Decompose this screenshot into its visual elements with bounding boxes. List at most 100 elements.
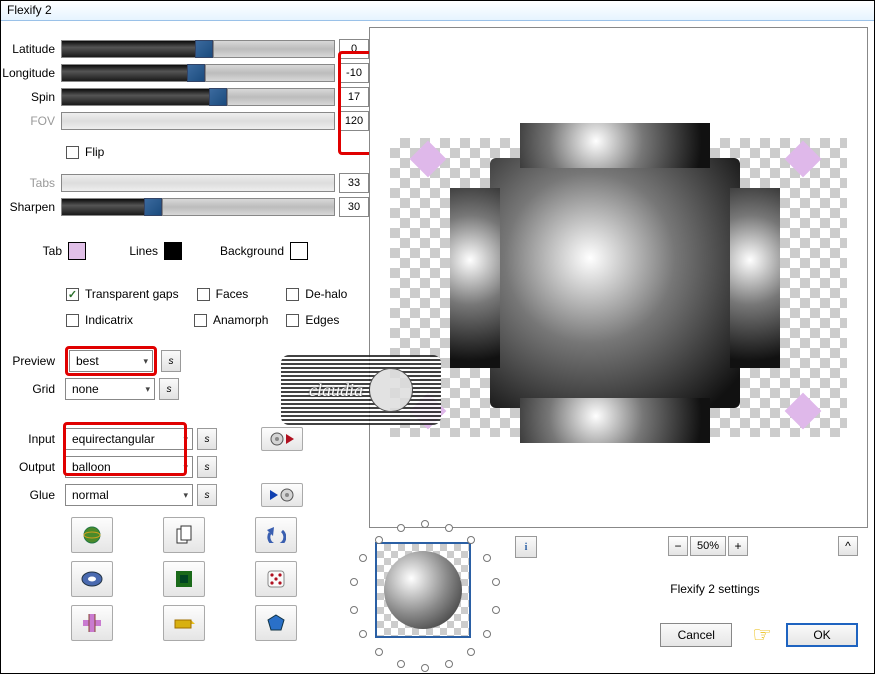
pointing-hand-icon: ☞ [752, 622, 772, 648]
glue-reset-button[interactable]: s [197, 484, 217, 506]
bottom-bar: i − 50% + ^ Flexify 2 settings Cancel [369, 528, 868, 673]
spin-label: Spin [1, 90, 61, 104]
ok-button[interactable]: OK [786, 623, 858, 647]
opt-anamorph[interactable]: Anamorph [194, 313, 268, 327]
highlight-preview: best▾ [65, 346, 157, 376]
main-preview[interactable] [369, 27, 868, 528]
output-select[interactable]: balloon▾ [65, 456, 193, 478]
tool-globe-button[interactable] [71, 517, 113, 553]
io-block: Input equirectangular▾ s Output balloon▾… [1, 425, 369, 509]
plus-block-icon [82, 613, 102, 633]
preview-shape [450, 188, 500, 368]
slider-thumb-icon[interactable] [144, 198, 162, 216]
preview-select[interactable]: best▾ [69, 350, 153, 372]
slider-unfilled [213, 40, 335, 58]
disc-play-icon [270, 432, 294, 446]
dialog-buttons: Cancel ☞ OK [660, 622, 858, 648]
latitude-slider[interactable] [61, 40, 335, 58]
watermark-text: claudia [309, 380, 363, 401]
input-reset-button[interactable]: s [197, 428, 217, 450]
grid-reset-button[interactable]: s [159, 378, 179, 400]
nav-dots-ring[interactable] [345, 516, 505, 676]
checkbox-icon [286, 314, 299, 327]
tabs-value[interactable] [339, 173, 369, 193]
globe-icon [82, 525, 102, 545]
play-disc-button[interactable] [261, 427, 303, 451]
collapse-button[interactable]: ^ [838, 536, 858, 556]
preview-reset-button[interactable]: s [161, 350, 181, 372]
zoom-group: − 50% + [668, 536, 748, 556]
chevron-down-icon: ▾ [145, 384, 150, 395]
glue-label: Glue [1, 488, 61, 502]
sharpen-label: Sharpen [1, 200, 61, 214]
slider-spin-row: Spin [1, 85, 369, 109]
frame-icon [175, 570, 193, 588]
lines-color-swatch[interactable] [164, 242, 182, 260]
slider-thumb-icon[interactable] [209, 88, 227, 106]
zoom-in-button[interactable]: + [728, 536, 748, 556]
dialog-body: Latitude Longitude Spin [1, 21, 874, 673]
color-row: Tab Lines Background [1, 237, 369, 265]
sharpen-slider[interactable] [61, 198, 335, 216]
dice-icon [267, 570, 285, 588]
longitude-slider[interactable] [61, 64, 335, 82]
tool-plus-button[interactable] [71, 605, 113, 641]
watermark: claudia [281, 355, 441, 425]
spin-value[interactable] [339, 87, 369, 107]
nav-preview-block [345, 536, 505, 676]
slider-latitude-row: Latitude [1, 37, 369, 61]
output-row: Output balloon▾ s [1, 453, 369, 481]
longitude-value[interactable] [339, 63, 369, 83]
tool-torus-button[interactable] [71, 561, 113, 597]
preview-shape [490, 158, 740, 408]
slider-unfilled [227, 88, 335, 106]
bg-color-swatch[interactable] [290, 242, 308, 260]
sharpen-value[interactable] [339, 197, 369, 217]
tool-undo-button[interactable] [255, 517, 297, 553]
zoom-out-button[interactable]: − [668, 536, 688, 556]
tool-frame-button[interactable] [163, 561, 205, 597]
settings-label: Flexify 2 settings [670, 582, 759, 596]
play-disc-icon [270, 488, 294, 502]
info-button[interactable]: i [515, 536, 537, 558]
checkbox-icon: ✓ [66, 288, 79, 301]
fov-label: FOV [1, 114, 61, 128]
slider-thumb-icon[interactable] [187, 64, 205, 82]
torus-icon [81, 571, 103, 587]
latitude-label: Latitude [1, 42, 61, 56]
output-label: Output [1, 460, 61, 474]
cancel-button[interactable]: Cancel [660, 623, 732, 647]
zoom-value[interactable]: 50% [690, 536, 726, 556]
preview-shape [520, 123, 710, 168]
slider-thumb-icon[interactable] [195, 40, 213, 58]
gem-icon [267, 614, 285, 632]
tool-copy-button[interactable] [163, 517, 205, 553]
checkbox-icon [197, 288, 210, 301]
opt-faces[interactable]: Faces [197, 287, 249, 301]
bg-color-label: Background [206, 244, 284, 258]
grid-select[interactable]: none▾ [65, 378, 155, 400]
output-reset-button[interactable]: s [197, 456, 217, 478]
input-select[interactable]: equirectangular▾ [65, 428, 193, 450]
tab-color-swatch[interactable] [68, 242, 86, 260]
fov-value[interactable] [339, 111, 369, 131]
opt-edges[interactable]: Edges [286, 313, 339, 327]
tool-brick-button[interactable] [163, 605, 205, 641]
opt-transparent-gaps[interactable]: ✓Transparent gaps [66, 287, 179, 301]
opt-indicatrix[interactable]: Indicatrix [66, 313, 176, 327]
checkbox-icon [66, 314, 79, 327]
tool-gem-button[interactable] [255, 605, 297, 641]
tool-dice-button[interactable] [255, 561, 297, 597]
flip-checkbox[interactable] [66, 146, 79, 159]
glue-select[interactable]: normal▾ [65, 484, 193, 506]
slider-unfilled [205, 64, 335, 82]
slider-sharpen-row: Sharpen [1, 195, 369, 219]
slider-unfilled [162, 198, 335, 216]
glue-row: Glue normal▾ s [1, 481, 369, 509]
opt-dehalo[interactable]: De-halo [286, 287, 347, 301]
latitude-value[interactable] [339, 39, 369, 59]
play-disc-button-2[interactable] [261, 483, 303, 507]
spin-slider[interactable] [61, 88, 335, 106]
tool-row-2 [1, 561, 369, 597]
flip-row: Flip [1, 141, 369, 163]
